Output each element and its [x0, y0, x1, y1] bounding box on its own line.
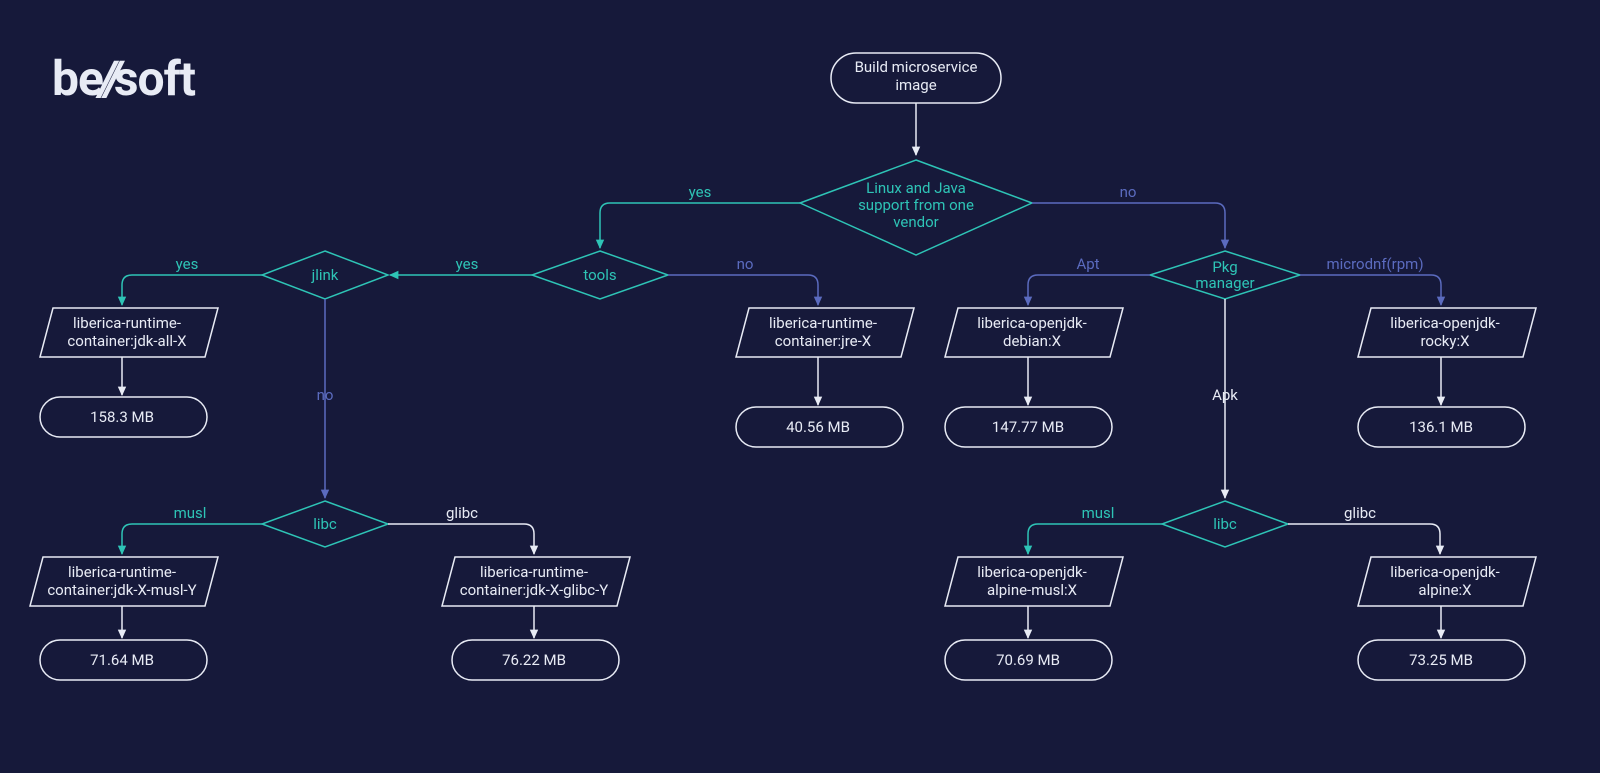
label-libc-right-glibc: glibc: [1344, 504, 1376, 522]
flowchart: Build microservice image Linux and Java …: [0, 0, 1600, 773]
label-tools-no: no: [737, 255, 754, 273]
label-pkg-rpm: microdnf(rpm): [1326, 255, 1423, 273]
svg-text:support from one: support from one: [858, 196, 974, 214]
label-vendor-yes: yes: [689, 183, 712, 201]
svg-text:136.1 MB: 136.1 MB: [1409, 418, 1473, 436]
box-musl: liberica-runtime- container:jdk-X-musl-Y: [30, 557, 218, 606]
svg-text:libc: libc: [1213, 515, 1237, 533]
size-debian: 147.77 MB: [945, 407, 1112, 447]
box-jre: liberica-runtime- container:jre-X: [736, 308, 914, 357]
svg-text:liberica-runtime-: liberica-runtime-: [68, 563, 176, 581]
edge-libc-left-musl: [122, 524, 262, 554]
size-jre: 40.56 MB: [736, 407, 903, 447]
svg-text:147.77 MB: 147.77 MB: [992, 418, 1064, 436]
edge-jlink-yes: [122, 275, 262, 305]
label-vendor-no: no: [1120, 183, 1137, 201]
decision-libc-left: libc: [262, 501, 388, 547]
svg-text:container:jdk-all-X: container:jdk-all-X: [67, 332, 187, 350]
decision-tools: tools: [532, 251, 668, 299]
svg-text:76.22 MB: 76.22 MB: [502, 651, 566, 669]
svg-text:liberica-openjdk-: liberica-openjdk-: [977, 563, 1087, 581]
label-tools-yes: yes: [456, 255, 479, 273]
label-libc-left-musl: musl: [174, 504, 207, 522]
label-pkg-apt: Apt: [1076, 255, 1099, 273]
edge-libc-left-glibc: [388, 524, 534, 554]
svg-text:Linux and Java: Linux and Java: [866, 179, 966, 197]
size-glibc: 76.22 MB: [452, 640, 619, 680]
decision-pkg: Pkg manager: [1150, 251, 1300, 299]
svg-text:container:jdk-X-glibc-Y: container:jdk-X-glibc-Y: [460, 581, 609, 599]
svg-text:tools: tools: [583, 266, 616, 284]
label-jlink-no: no: [317, 386, 334, 404]
edge-libc-right-musl: [1028, 524, 1162, 554]
decision-vendor: Linux and Java support from one vendor: [800, 160, 1032, 255]
label-jlink-yes: yes: [176, 255, 199, 273]
svg-text:liberica-openjdk-: liberica-openjdk-: [977, 314, 1087, 332]
label-libc-right-musl: musl: [1082, 504, 1115, 522]
svg-text:liberica-runtime-: liberica-runtime-: [73, 314, 181, 332]
start-line2: image: [895, 76, 936, 94]
svg-text:liberica-runtime-: liberica-runtime-: [480, 563, 588, 581]
svg-text:71.64 MB: 71.64 MB: [90, 651, 154, 669]
svg-text:158.3 MB: 158.3 MB: [90, 408, 154, 426]
svg-text:73.25 MB: 73.25 MB: [1409, 651, 1473, 669]
svg-text:alpine:X: alpine:X: [1418, 581, 1472, 599]
size-jdk-all: 158.3 MB: [40, 397, 207, 437]
svg-text:libc: libc: [313, 515, 337, 533]
size-rocky: 136.1 MB: [1358, 407, 1525, 447]
edge-vendor-no: [1032, 203, 1225, 248]
svg-text:70.69 MB: 70.69 MB: [996, 651, 1060, 669]
box-alpine: liberica-openjdk- alpine:X: [1358, 557, 1536, 606]
svg-text:Build microservice: Build microservice: [855, 58, 978, 76]
size-musl: 71.64 MB: [40, 640, 207, 680]
edge-tools-no: [668, 275, 818, 305]
edge-vendor-yes: [600, 203, 800, 248]
svg-text:manager: manager: [1195, 274, 1254, 292]
label-pkg-apk: Apk: [1212, 386, 1238, 404]
box-alpine-musl: liberica-openjdk- alpine-musl:X: [945, 557, 1123, 606]
size-alpine-musl: 70.69 MB: [945, 640, 1112, 680]
svg-text:liberica-openjdk-: liberica-openjdk-: [1390, 314, 1500, 332]
label-libc-left-glibc: glibc: [446, 504, 478, 522]
start-line1: Build microservice: [855, 58, 978, 76]
svg-text:liberica-openjdk-: liberica-openjdk-: [1390, 563, 1500, 581]
svg-text:container:jdk-X-musl-Y: container:jdk-X-musl-Y: [47, 581, 196, 599]
box-jdk-all: liberica-runtime- container:jdk-all-X: [40, 308, 218, 357]
box-debian: liberica-openjdk- debian:X: [945, 308, 1123, 357]
box-glibc: liberica-runtime- container:jdk-X-glibc-…: [442, 557, 630, 606]
size-alpine: 73.25 MB: [1358, 640, 1525, 680]
edge-pkg-apt: [1028, 275, 1150, 305]
node-start: Build microservice image: [831, 53, 1001, 103]
edge-pkg-rpm: [1300, 275, 1441, 305]
svg-text:debian:X: debian:X: [1003, 332, 1062, 350]
svg-text:rocky:X: rocky:X: [1420, 332, 1470, 350]
svg-text:container:jre-X: container:jre-X: [775, 332, 872, 350]
svg-text:image: image: [895, 76, 936, 94]
svg-text:alpine-musl:X: alpine-musl:X: [987, 581, 1078, 599]
svg-text:40.56 MB: 40.56 MB: [786, 418, 850, 436]
decision-jlink: jlink: [262, 251, 388, 299]
box-rocky: liberica-openjdk- rocky:X: [1358, 308, 1536, 357]
svg-text:liberica-runtime-: liberica-runtime-: [769, 314, 877, 332]
svg-text:jlink: jlink: [311, 266, 339, 284]
svg-text:vendor: vendor: [893, 213, 939, 231]
decision-libc-right: libc: [1162, 501, 1288, 547]
edge-libc-right-glibc: [1288, 524, 1440, 554]
